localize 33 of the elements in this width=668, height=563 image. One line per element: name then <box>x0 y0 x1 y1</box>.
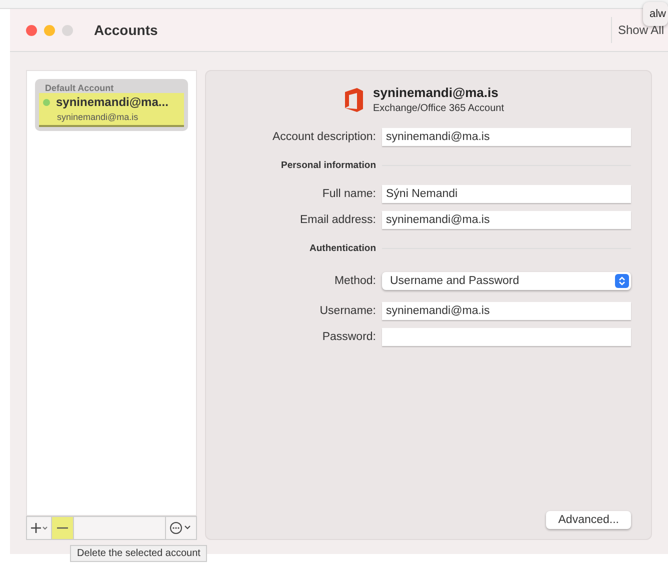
account-name: syninemandi@ma... <box>56 95 168 109</box>
method-dropdown[interactable]: Username and Password <box>382 272 631 290</box>
field-label: Password: <box>321 331 376 343</box>
section-heading: Personal information <box>280 160 376 171</box>
field-label: Email address: <box>298 214 376 226</box>
text-field[interactable]: Sýni Nemandi <box>382 185 631 203</box>
field-label: Username: <box>318 305 376 317</box>
text-field[interactable]: syninemandi@ma.is <box>382 302 631 320</box>
stepper-icon <box>615 274 629 288</box>
close-button[interactable] <box>26 24 37 36</box>
account-item[interactable]: Default Account syninemandi@ma... syninemandi@ma.is <box>35 79 188 131</box>
field-label: Method: <box>333 275 376 287</box>
text-field[interactable]: syninemandi@ma.is <box>382 128 631 146</box>
minimize-button[interactable] <box>44 24 55 36</box>
section-heading: Authentication <box>308 243 376 254</box>
show-all-button[interactable]: Show All <box>610 17 668 43</box>
tooltip: Delete the selected account <box>70 545 208 562</box>
advanced-button[interactable]: Advanced... <box>546 511 631 529</box>
minus-icon <box>57 527 68 529</box>
text-field[interactable]: syninemandi@ma.is <box>382 211 631 229</box>
office-logo-icon <box>342 86 365 112</box>
field-label: Full name: <box>321 188 376 200</box>
account-email: syninemandi@ma.is <box>57 112 140 122</box>
remove-button[interactable] <box>52 517 74 539</box>
group-label: Default Account <box>45 83 115 93</box>
account-name: syninemandi@ma.is <box>372 85 500 100</box>
ellipsis-circle-icon <box>169 521 193 535</box>
plus-icon <box>30 522 48 534</box>
window-title: Accounts <box>94 22 159 38</box>
popup-text: alw <box>643 2 668 26</box>
field-label: Account description: <box>271 131 376 143</box>
account-type: Exchange/Office 365 Account <box>372 103 504 114</box>
text-field[interactable] <box>382 328 631 346</box>
